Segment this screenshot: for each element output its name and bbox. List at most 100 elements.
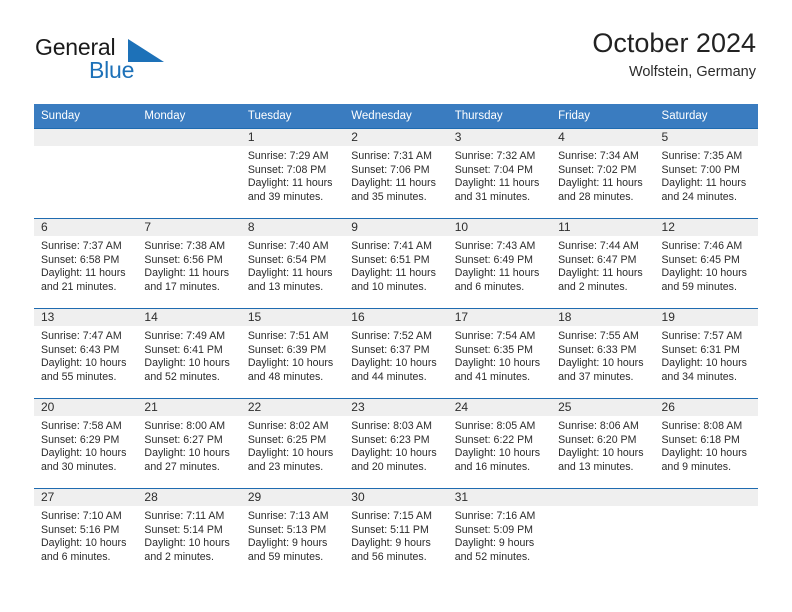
calendar-day-cell[interactable]: 1 Sunrise: 7:29 AM Sunset: 7:08 PM Daylight… [240,128,345,218]
day-sun-info: Sunrise: 7:40 AM Sunset: 6:54 PM Daylight:… [241,236,344,294]
day-sun-info: Sunrise: 8:08 AM Sunset: 6:18 PM Daylight:… [655,416,758,474]
day-number: 7 [137,218,241,236]
daylight-text: Daylight: 10 hours [41,537,127,550]
daylight-text-cont: and 30 minutes. [41,460,117,473]
calendar-day-cell[interactable]: 12 Sunrise: 7:46 AM Sunset: 6:45 PM Dayligh… [654,218,758,308]
daylight-text: Daylight: 9 hours [454,537,535,550]
calendar-day-cell[interactable]: 3 Sunrise: 7:32 AM Sunset: 7:04 PM Daylight… [447,128,552,218]
sunrise-text: Sunrise: 7:44 AM [558,240,639,252]
calendar-day-cell[interactable]: 22 Sunrise: 8:02 AM Sunset: 6:25 PM Dayligh… [240,398,345,488]
calendar-day-cell[interactable]: 19 Sunrise: 7:57 AM Sunset: 6:31 PM Dayligh… [654,308,758,398]
daylight-text: Daylight: 11 hours [351,267,436,280]
calendar-day-cell[interactable]: 10 Sunrise: 7:43 AM Sunset: 6:49 PM Dayligh… [447,218,552,308]
day-sun-info: Sunrise: 7:15 AM Sunset: 5:11 PM Daylight:… [344,506,447,564]
day-sun-info: Sunrise: 7:37 AM Sunset: 6:58 PM Daylight:… [34,236,137,294]
daylight-text: Daylight: 11 hours [454,267,540,280]
daylight-text-cont: and 37 minutes. [558,370,634,383]
day-sun-info: Sunrise: 7:49 AM Sunset: 6:41 PM Daylight:… [137,326,240,384]
calendar-day-cell[interactable]: 16 Sunrise: 7:52 AM Sunset: 6:37 PM Dayligh… [344,308,448,398]
calendar-day-cell[interactable]: 29 Sunrise: 7:13 AM Sunset: 5:13 PM Dayligh… [240,488,345,578]
day-sun-info: Sunrise: 7:44 AM Sunset: 6:47 PM Daylight:… [551,236,654,294]
sunset-text: Sunset: 5:09 PM [454,523,534,536]
sunrise-text: Sunrise: 7:54 AM [454,330,536,342]
calendar-day-cell[interactable]: 15 Sunrise: 7:51 AM Sunset: 6:39 PM Dayligh… [240,308,345,398]
daylight-text-cont: and 16 minutes. [454,460,531,473]
sunset-text: Sunset: 6:47 PM [558,253,637,266]
calendar-day-cell[interactable]: 17 Sunrise: 7:54 AM Sunset: 6:35 PM Dayligh… [447,308,552,398]
sunrise-text: Sunrise: 7:52 AM [351,330,432,342]
daylight-text-cont: and 9 minutes. [661,460,732,473]
day-number: 25 [551,398,655,416]
calendar-empty-cell [551,488,655,578]
sunrise-text: Sunrise: 7:47 AM [41,330,122,342]
calendar-day-cell[interactable]: 2 Sunrise: 7:31 AM Sunset: 7:06 PM Daylight… [344,128,448,218]
sunset-text: Sunset: 7:04 PM [454,163,534,176]
calendar-week-row: 27 Sunrise: 7:10 AM Sunset: 5:16 PM Dayligh… [34,488,758,578]
calendar-day-cell[interactable]: 18 Sunrise: 7:55 AM Sunset: 6:33 PM Dayligh… [551,308,655,398]
calendar-empty-cell [34,128,138,218]
daylight-text-cont: and 17 minutes. [144,280,220,293]
daylight-text-cont: and 31 minutes. [454,190,531,203]
calendar-day-cell[interactable]: 8 Sunrise: 7:40 AM Sunset: 6:54 PM Daylight… [240,218,345,308]
day-number: 26 [654,398,758,416]
sunset-text: Sunset: 5:13 PM [247,523,327,536]
daylight-text-cont: and 55 minutes. [41,370,117,383]
day-sun-info: Sunrise: 7:34 AM Sunset: 7:02 PM Daylight:… [551,146,654,204]
calendar-day-cell[interactable]: 14 Sunrise: 7:49 AM Sunset: 6:41 PM Dayligh… [137,308,241,398]
daylight-text: Daylight: 10 hours [661,357,747,370]
calendar-day-cell[interactable]: 26 Sunrise: 8:08 AM Sunset: 6:18 PM Dayligh… [654,398,758,488]
daylight-text-cont: and 34 minutes. [661,370,737,383]
day-sun-info: Sunrise: 7:35 AM Sunset: 7:00 PM Daylight:… [655,146,758,204]
page-title: October 2024 [592,28,756,58]
day-number: 14 [137,308,241,326]
daylight-text-cont: and 48 minutes. [247,370,324,383]
day-number: 12 [654,218,758,236]
day-sun-info: Sunrise: 7:57 AM Sunset: 6:31 PM Daylight:… [655,326,758,384]
sunrise-text: Sunrise: 7:38 AM [144,240,226,252]
calendar-day-cell[interactable]: 25 Sunrise: 8:06 AM Sunset: 6:20 PM Dayligh… [551,398,655,488]
calendar-day-cell[interactable]: 13 Sunrise: 7:47 AM Sunset: 6:43 PM Dayligh… [34,308,138,398]
daylight-text: Daylight: 10 hours [144,357,230,370]
daylight-text-cont: and 21 minutes. [41,280,117,293]
day-sun-info: Sunrise: 8:00 AM Sunset: 6:27 PM Daylight:… [137,416,240,474]
sunrise-text: Sunrise: 8:06 AM [558,420,639,432]
day-sun-info: Sunrise: 7:58 AM Sunset: 6:29 PM Daylight:… [34,416,137,474]
daylight-text: Daylight: 10 hours [41,447,127,460]
day-number: 11 [551,218,655,236]
calendar-day-cell[interactable]: 24 Sunrise: 8:05 AM Sunset: 6:22 PM Dayligh… [447,398,552,488]
calendar-day-cell[interactable]: 28 Sunrise: 7:11 AM Sunset: 5:14 PM Dayligh… [137,488,241,578]
daylight-text-cont: and 35 minutes. [351,190,427,203]
sunset-text: Sunset: 6:31 PM [661,343,740,356]
daylight-text: Daylight: 10 hours [558,447,644,460]
calendar-day-cell[interactable]: 5 Sunrise: 7:35 AM Sunset: 7:00 PM Daylight… [654,128,758,218]
day-number: 22 [240,398,345,416]
calendar-day-cell[interactable]: 4 Sunrise: 7:34 AM Sunset: 7:02 PM Daylight… [551,128,655,218]
day-number: 23 [344,398,448,416]
brand-logo[interactable]: General Blue [35,36,235,92]
weekday-sunday: Sunday [34,104,138,128]
calendar-day-cell[interactable]: 27 Sunrise: 7:10 AM Sunset: 5:16 PM Dayligh… [34,488,138,578]
daylight-text: Daylight: 11 hours [454,177,540,190]
sunrise-text: Sunrise: 7:46 AM [661,240,743,252]
daylight-text-cont: and 13 minutes. [558,460,634,473]
day-sun-info: Sunrise: 7:38 AM Sunset: 6:56 PM Daylight:… [137,236,240,294]
daylight-text-cont: and 2 minutes. [558,280,628,293]
calendar-day-cell[interactable]: 7 Sunrise: 7:38 AM Sunset: 6:56 PM Daylight… [137,218,241,308]
daylight-text: Daylight: 10 hours [558,357,644,370]
sunset-text: Sunset: 6:51 PM [351,253,430,266]
sunrise-text: Sunrise: 7:10 AM [41,510,122,522]
calendar-day-cell[interactable]: 11 Sunrise: 7:44 AM Sunset: 6:47 PM Dayligh… [551,218,655,308]
calendar-day-cell[interactable]: 23 Sunrise: 8:03 AM Sunset: 6:23 PM Dayligh… [344,398,448,488]
sunset-text: Sunset: 6:18 PM [661,433,740,446]
calendar-day-cell[interactable]: 20 Sunrise: 7:58 AM Sunset: 6:29 PM Dayligh… [34,398,138,488]
day-sun-info: Sunrise: 7:43 AM Sunset: 6:49 PM Daylight:… [448,236,551,294]
daylight-text: Daylight: 10 hours [351,447,437,460]
calendar-day-cell[interactable]: 21 Sunrise: 8:00 AM Sunset: 6:27 PM Dayligh… [137,398,241,488]
calendar-day-cell[interactable]: 30 Sunrise: 7:15 AM Sunset: 5:11 PM Dayligh… [344,488,448,578]
day-number: 5 [654,128,758,146]
calendar-day-cell[interactable]: 6 Sunrise: 7:37 AM Sunset: 6:58 PM Daylight… [34,218,138,308]
calendar-day-cell[interactable]: 9 Sunrise: 7:41 AM Sunset: 6:51 PM Daylight… [344,218,448,308]
calendar-day-cell[interactable]: 31 Sunrise: 7:16 AM Sunset: 5:09 PM Dayligh… [447,488,552,578]
sunset-text: Sunset: 6:27 PM [144,433,223,446]
sunset-text: Sunset: 6:22 PM [454,433,534,446]
